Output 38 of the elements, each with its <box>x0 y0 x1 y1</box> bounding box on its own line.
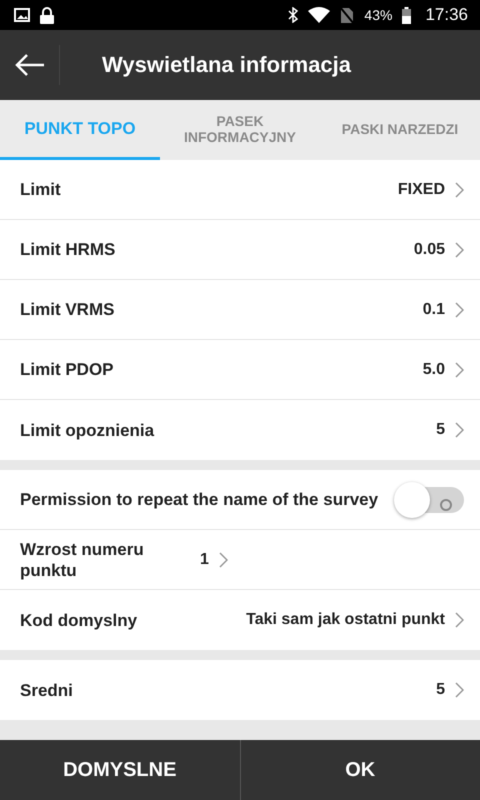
lock-icon <box>40 6 54 24</box>
setting-label: Limit HRMS <box>20 239 116 260</box>
screen-title: Wyswietlana informacja <box>102 52 352 78</box>
bluetooth-icon <box>288 7 298 23</box>
setting-label: Permission to repeat the name of the survey <box>20 489 380 510</box>
battery-level: 43% <box>364 7 392 23</box>
chevron-right-icon <box>455 422 464 438</box>
tab[interactable]: PASKI NARZEDZI <box>320 100 480 160</box>
setting-value: 5.0 <box>422 360 445 378</box>
toggle-switch[interactable] <box>394 482 464 518</box>
image-icon <box>14 8 30 22</box>
setting-value: FIXED <box>398 180 445 198</box>
back-arrow-icon <box>14 53 46 77</box>
setting-value: 0.1 <box>422 300 445 318</box>
chevron-right-icon <box>455 182 464 198</box>
setting-label: Sredni <box>20 680 74 700</box>
setting-label: Limit PDOP <box>20 359 115 380</box>
setting-label: Wzrost numeru punktu <box>20 538 145 580</box>
chevron-right-icon <box>218 552 228 568</box>
setting-label: Kod domyslny <box>20 610 138 630</box>
chevron-right-icon <box>455 362 464 378</box>
wifi-icon <box>308 7 330 23</box>
clock: 17:36 <box>425 5 468 25</box>
no-sim-icon <box>340 6 354 24</box>
setting-value: 1 <box>200 550 209 568</box>
setting-value: 5 <box>436 421 445 439</box>
chevron-right-icon <box>455 682 464 698</box>
setting-label: Limit opoznienia <box>20 420 156 440</box>
chevron-right-icon <box>455 242 464 258</box>
battery-icon <box>402 6 412 24</box>
chevron-right-icon <box>455 302 464 318</box>
setting-value: 5 <box>436 681 445 699</box>
setting-value: 0.05 <box>414 240 445 258</box>
chevron-right-icon <box>455 612 464 628</box>
setting-value: Taki sam jak ostatni punkt <box>246 611 445 629</box>
setting-label: Limit <box>20 179 62 200</box>
tab[interactable]: PASEK INFORMACYJNY <box>160 100 320 160</box>
setting-label: Limit VRMS <box>20 299 116 320</box>
